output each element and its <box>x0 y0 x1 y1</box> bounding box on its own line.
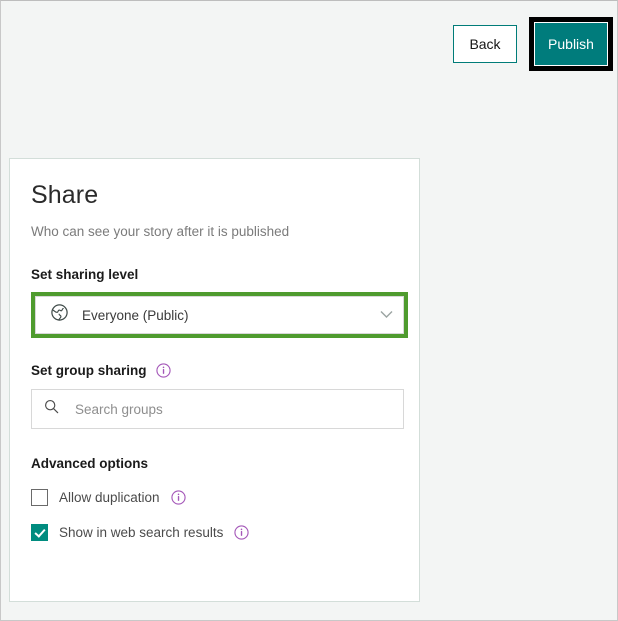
group-sharing-info-icon[interactable] <box>155 363 171 378</box>
sharing-level-value: Everyone (Public) <box>82 307 189 323</box>
publish-button-focus-ring: Publish <box>529 17 613 71</box>
advanced-options-label: Advanced options <box>31 456 402 471</box>
show-in-web-search-checkbox[interactable] <box>31 524 48 541</box>
sharing-level-select[interactable]: Everyone (Public) <box>35 296 404 334</box>
allow-duplication-info-icon[interactable] <box>170 490 186 505</box>
show-in-web-search-info-icon[interactable] <box>234 525 249 540</box>
allow-duplication-checkbox[interactable] <box>31 489 48 506</box>
allow-duplication-label: Allow duplication <box>59 490 160 505</box>
group-sharing-label-text: Set group sharing <box>31 363 147 378</box>
advanced-options-label-text: Advanced options <box>31 456 149 471</box>
show-in-web-search-label: Show in web search results <box>59 525 224 540</box>
page-title: Share <box>31 181 99 209</box>
app-window: Back Publish Share Who can see your stor… <box>0 0 618 621</box>
chevron-down-icon <box>380 306 393 324</box>
search-input[interactable] <box>73 400 391 418</box>
sharing-level-label: Set sharing level <box>31 267 402 282</box>
search-icon <box>44 399 59 419</box>
globe-icon <box>50 303 69 327</box>
share-panel: Share Who can see your story after it is… <box>9 158 420 602</box>
option-allow-duplication[interactable]: Allow duplication <box>31 489 402 506</box>
sharing-level-focus-ring: Everyone (Public) <box>31 292 408 338</box>
publish-button[interactable]: Publish <box>534 22 608 66</box>
action-bar: Back Publish <box>1 1 618 89</box>
group-sharing-label: Set group sharing <box>31 363 402 378</box>
page-subtitle: Who can see your story after it is publi… <box>31 224 290 239</box>
back-button[interactable]: Back <box>453 25 517 63</box>
group-search-box[interactable] <box>31 389 404 429</box>
option-show-in-web-search[interactable]: Show in web search results <box>31 524 402 541</box>
sharing-level-label-text: Set sharing level <box>31 267 139 282</box>
